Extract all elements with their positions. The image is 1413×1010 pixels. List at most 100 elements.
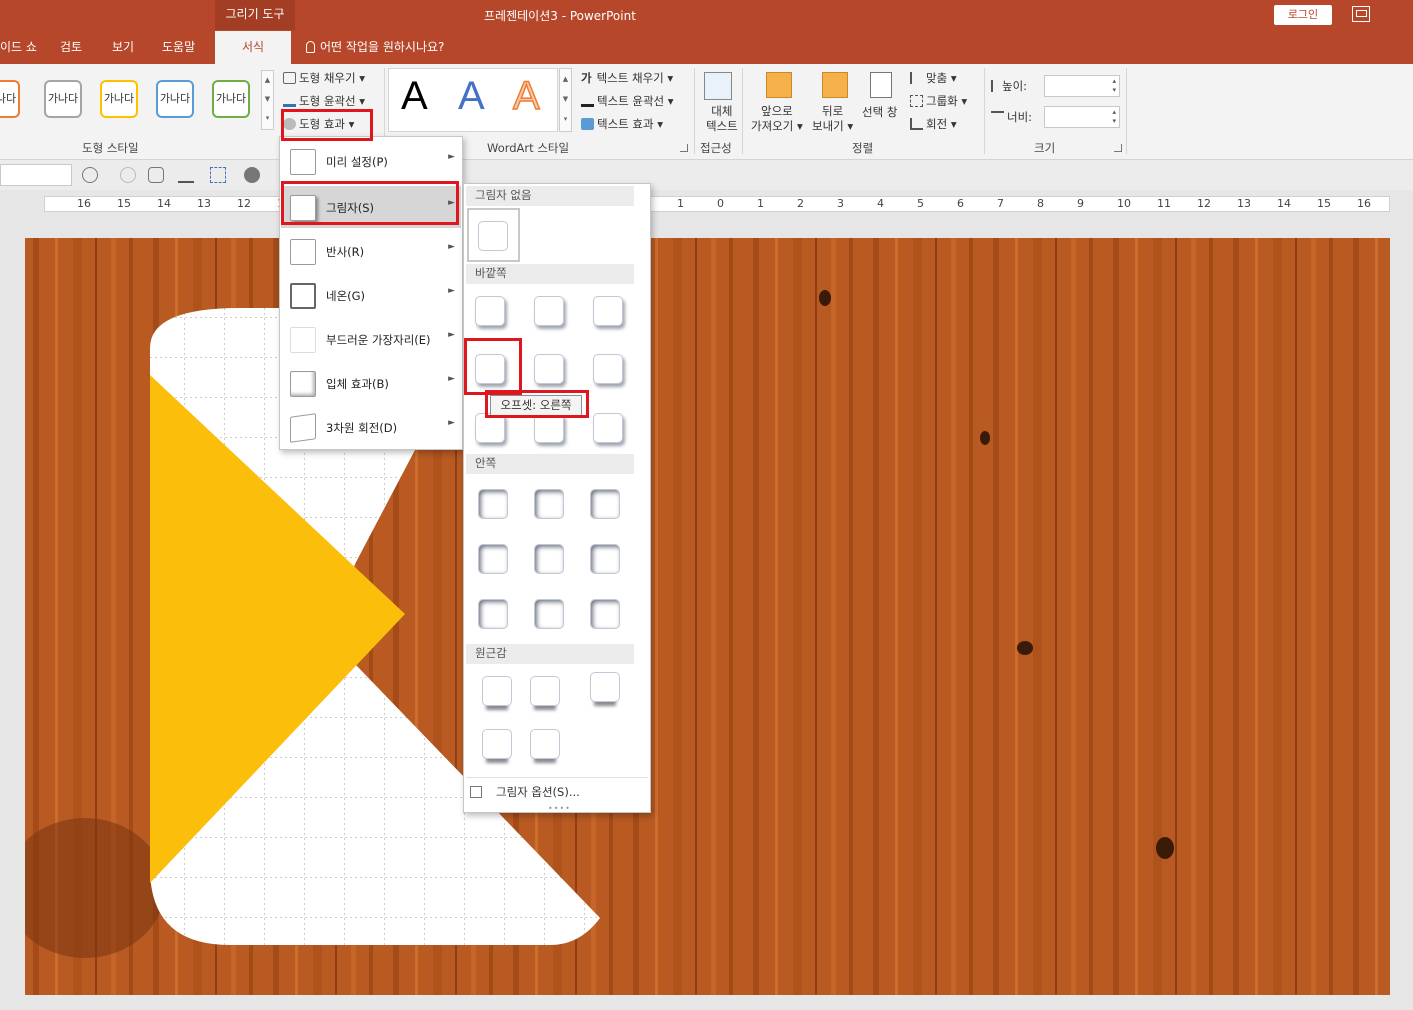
align-button[interactable]: 맞춤 ▾ [910,70,957,86]
wordart-style-orange[interactable]: A [512,73,540,119]
text-effects-button[interactable]: 텍스트 효과 ▾ [581,116,663,132]
text-fill-button[interactable]: 가 텍스트 채우기 ▾ [581,70,673,86]
ruler-tick-label: 3 [837,197,844,210]
shadow-swatch-outer[interactable] [534,296,564,326]
wordart-scroll[interactable]: ▲ ▼ ▾ [559,68,572,132]
text-outline-button[interactable]: 텍스트 윤곽선 ▾ [581,93,674,109]
ruler-tick-label: 11 [1157,197,1171,210]
slide-canvas[interactable] [25,238,1390,995]
shadow-swatch-perspective[interactable] [482,676,512,706]
shadow-swatch-perspective[interactable] [590,672,620,702]
shape-outline-icon[interactable] [82,167,98,183]
send-backward-button[interactable]: 뒤로 보내기 ▾ [812,104,853,134]
ruler-tick-label: 9 [1077,197,1084,210]
shadow-swatch-inner[interactable] [534,544,564,574]
menu-item-3d-rotation[interactable]: 3차원 회전(D) ► [281,406,461,448]
tab-review[interactable]: 검토 [60,38,82,55]
resize-grip-icon[interactable]: •••• [548,804,571,813]
menu-item-preset[interactable]: 미리 설정(P) ► [281,140,461,182]
submenu-arrow-icon: ► [448,286,455,296]
bring-forward-button[interactable]: 앞으로 가져오기 ▾ [751,104,803,134]
shape-style-thumb[interactable]: 가나다 [212,80,250,118]
ruler-tick-label: 10 [1117,197,1131,210]
ruler-tick-label: 15 [117,197,131,210]
shadow-swatch-perspective[interactable] [482,729,512,759]
horizontal-ruler: 161514131211012345678910111213141516 [44,196,1390,212]
shadow-swatch-outer[interactable] [593,413,623,443]
menu-item-glow[interactable]: 네온(G) ► [281,274,461,316]
drawing-toolbar [0,160,1413,190]
ribbon-display-options-icon[interactable] [1352,6,1370,22]
shadow-swatch-inner[interactable] [590,489,620,519]
submenu-arrow-icon: ► [448,374,455,384]
shape-styles-scroll[interactable]: ▲ ▼ ▾ [261,70,274,130]
shape-style-thumb[interactable]: 가나다 [156,80,194,118]
size-dialog-launcher-icon[interactable] [1114,144,1122,152]
ruler-tick-label: 7 [997,197,1004,210]
shape-style-thumb[interactable]: 가나다 [44,80,82,118]
submenu-arrow-icon: ► [448,418,455,428]
shadow-swatch-inner[interactable] [478,544,508,574]
menu-item-soft-edges[interactable]: 부드러운 가장자리(E) ► [281,318,461,360]
text-outline-icon [581,95,594,107]
ruler-tick-label: 8 [1037,197,1044,210]
shadow-swatch-outer[interactable] [593,354,623,384]
wordart-dialog-launcher-icon[interactable] [680,144,688,152]
shadow-options-icon [470,786,482,798]
fill-icon[interactable] [178,167,194,183]
shadow-swatch-perspective[interactable] [530,729,560,759]
wordart-style-blue[interactable]: A [458,74,485,119]
shadow-options-item[interactable]: 그림자 옵션(S)... [470,784,580,800]
outer-shadow-header: 바깥쪽 [466,264,634,284]
ruler-tick-label: 14 [1277,197,1291,210]
font-size-box[interactable] [0,164,72,186]
wordart-style-black[interactable]: A [401,74,428,119]
selection-pane-icon [870,72,892,98]
height-spinner[interactable] [1044,75,1120,97]
shadow-swatch-inner[interactable] [534,489,564,519]
rotate-button[interactable]: 회전 ▾ [910,116,957,132]
tab-format[interactable]: 서식 [215,31,291,64]
alt-text-button[interactable]: 대체 텍스트 [706,104,738,134]
menu-item-bevel[interactable]: 입체 효과(B) ► [281,362,461,404]
shadow-swatch-perspective[interactable] [530,676,560,706]
effects-icon[interactable] [244,167,260,183]
group-button[interactable]: 그룹화 ▾ [910,93,967,109]
shape-icon[interactable] [148,167,164,183]
shape-style-thumb[interactable]: 가나다 [100,80,138,118]
tell-me-search[interactable]: 어떤 작업을 원하시나요? [306,38,444,55]
shadow-swatch-none[interactable] [478,221,508,251]
submenu-arrow-icon: ► [448,242,455,252]
tab-view[interactable]: 보기 [112,38,134,55]
selection-icon[interactable] [210,167,226,183]
circle-icon[interactable] [120,167,136,183]
ruler-tick-label: 12 [237,197,251,210]
shadow-swatch-outer[interactable] [534,354,564,384]
highlight-shadow-item [281,181,459,225]
bring-forward-icon [766,72,792,98]
shadow-gallery: 그림자 없음 바깥쪽 안쪽 원근감 그림자 옵션(S)... •••• [463,183,651,813]
shape-fill-button[interactable]: 도형 채우기 ▾ [283,70,365,86]
arrange-group-label: 정렬 [852,141,874,155]
ruler-tick-label: 15 [1317,197,1331,210]
shadow-swatch-inner[interactable] [534,599,564,629]
shadow-swatch-inner[interactable] [478,599,508,629]
menu-item-reflection[interactable]: 반사(R) ► [281,230,461,272]
login-button[interactable]: 로그인 [1274,5,1332,25]
ruler-tick-label: 5 [917,197,924,210]
shape-outline-button[interactable]: 도형 윤곽선 ▾ [283,93,365,109]
shadow-swatch-inner[interactable] [590,544,620,574]
submenu-arrow-icon: ► [448,152,455,162]
shadow-swatch-inner[interactable] [478,489,508,519]
paint-bucket-icon [283,72,296,84]
shadow-swatch-inner[interactable] [590,599,620,629]
text-effects-icon [581,118,594,130]
tab-help[interactable]: 도움말 [162,38,195,55]
height-label: 높이: [991,78,1027,94]
shadow-swatch-outer[interactable] [593,296,623,326]
tab-slide-show[interactable]: 이드 쇼 [0,38,37,55]
selection-pane-button[interactable]: 선택 창 [862,104,897,120]
shape-style-thumb[interactable]: 가나다 [0,80,20,118]
width-spinner[interactable] [1044,106,1120,128]
shadow-swatch-outer[interactable] [475,296,505,326]
